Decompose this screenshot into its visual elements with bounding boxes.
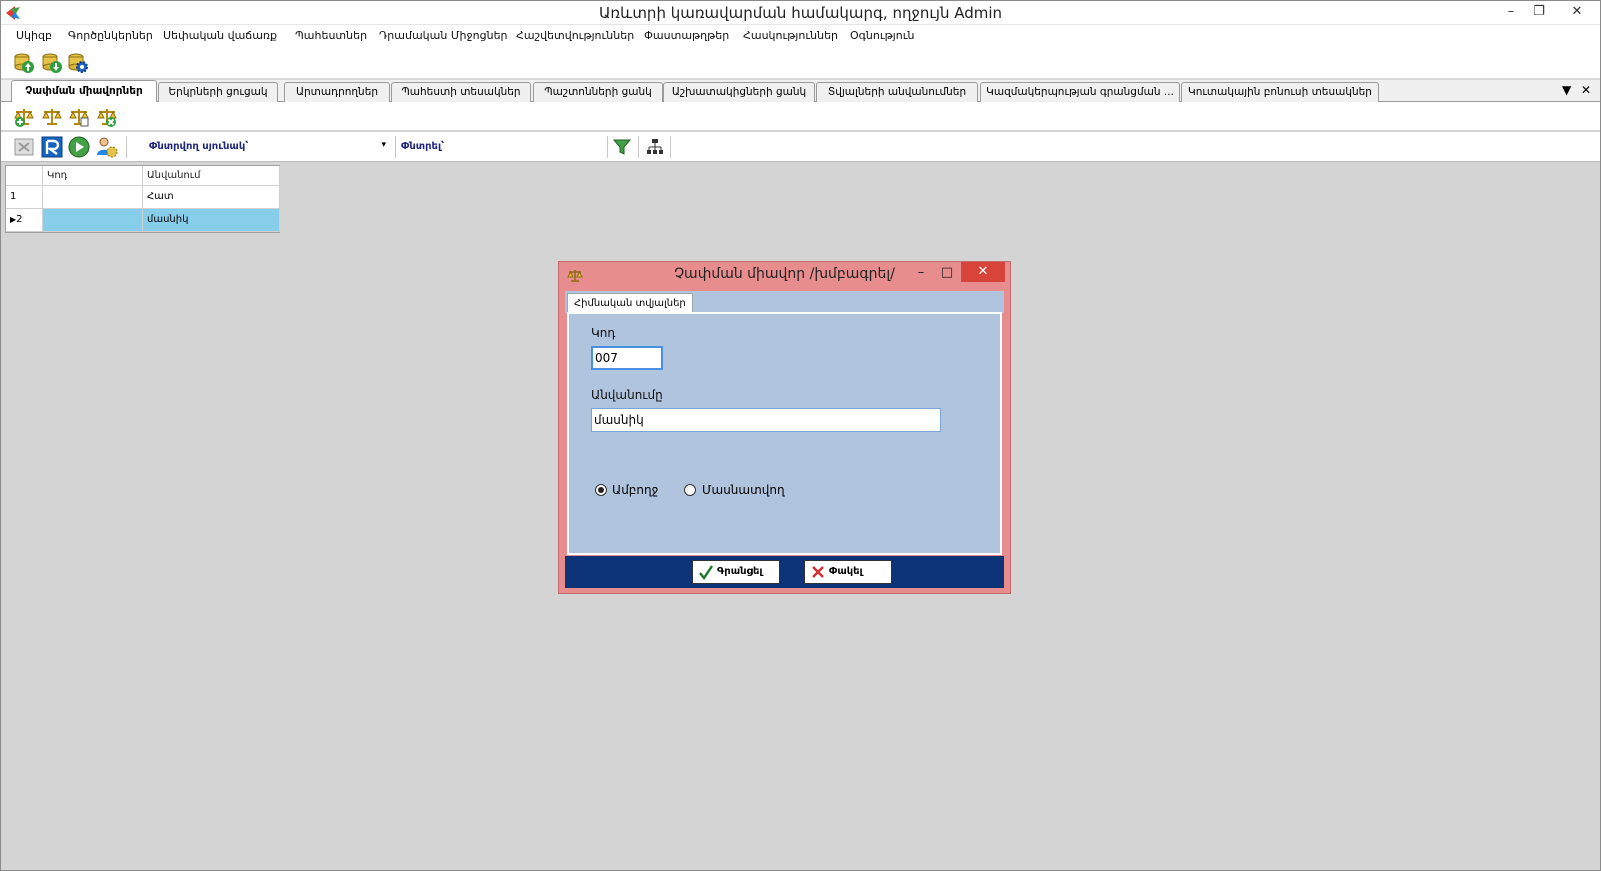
search-input[interactable] xyxy=(453,138,605,156)
main-toolbar xyxy=(1,47,1600,79)
menu-bar: Սկիզբ Գործընկերներ Սեփական վաճառք Պահեստ… xyxy=(1,25,1600,47)
tab-org-registration[interactable]: Կազմակերպության գրանցման ... xyxy=(980,82,1180,102)
tab-main-data[interactable]: Հիմնական տվյալներ xyxy=(567,293,693,314)
toolbar-separator xyxy=(607,136,608,158)
checkmark-icon xyxy=(699,565,713,580)
hierarchy-icon[interactable] xyxy=(646,138,664,156)
cell-code-selected[interactable] xyxy=(43,209,143,232)
tab-warehouse-types[interactable]: Պահեստի տեսակներ xyxy=(391,82,531,102)
search-column-dropdown[interactable]: ▾ xyxy=(263,138,391,156)
toolbar-separator xyxy=(395,136,396,158)
tab-units[interactable]: Չափման միավորներ xyxy=(11,80,157,102)
close-button-label: Փակել xyxy=(829,566,863,577)
database-download-icon[interactable] xyxy=(41,52,63,74)
menu-warehouses[interactable]: Պահեստներ xyxy=(295,29,367,42)
menu-properties[interactable]: Հասկություններ xyxy=(743,29,838,42)
dialog-close-button[interactable]: ✕ xyxy=(961,262,1005,282)
export-excel-icon[interactable] xyxy=(13,136,35,158)
chevron-down-icon: ▾ xyxy=(381,140,386,150)
close-dialog-button[interactable]: Փակել xyxy=(804,560,892,584)
users-settings-icon[interactable] xyxy=(96,136,118,158)
filter-icon[interactable] xyxy=(612,137,632,157)
menu-help[interactable]: Օգնություն xyxy=(850,29,914,42)
dialog-minimize-button[interactable]: – xyxy=(909,264,933,282)
search-label: Փնտրել՝ xyxy=(401,141,445,152)
edit-unit-dialog: Չափման միավոր /խմբագրել/ – □ ✕ Հիմնական … xyxy=(558,261,1011,594)
code-field[interactable] xyxy=(591,346,663,370)
menu-start[interactable]: Սկիզբ xyxy=(16,29,52,42)
tab-data-names[interactable]: Տվյալների անվանումներ xyxy=(816,82,978,102)
save-button[interactable]: Գրանցել xyxy=(692,560,780,584)
menu-cash[interactable]: Դրամական Միջոցներ xyxy=(379,29,508,42)
row-number[interactable]: 1 xyxy=(6,186,43,209)
dialog-tab-strip: Հիմնական տվյալներ xyxy=(565,291,1004,314)
menu-documents[interactable]: Փաստաթղթեր xyxy=(644,29,729,42)
cell-name-selected[interactable]: մասնիկ xyxy=(143,209,280,232)
radio-whole[interactable] xyxy=(595,484,607,496)
delete-unit-icon[interactable] xyxy=(96,106,118,128)
cross-icon xyxy=(812,566,824,578)
tab-countries[interactable]: Երկրների ցուցակ xyxy=(158,82,278,102)
tab-manufacturers[interactable]: Արտադրողներ xyxy=(284,82,390,102)
menu-own-sales[interactable]: Սեփական վաճառք xyxy=(163,29,277,42)
name-field[interactable] xyxy=(591,408,941,432)
title-bar: Առևտրի կառավարման համակարգ, ողջույն Admi… xyxy=(1,1,1600,25)
toolbar-separator xyxy=(638,136,639,158)
code-label: Կոդ xyxy=(591,326,616,340)
radio-partial[interactable] xyxy=(684,484,696,496)
menu-partners[interactable]: Գործընկերներ xyxy=(68,29,153,42)
refresh-icon[interactable] xyxy=(41,136,63,158)
column-header-name[interactable]: Անվանում xyxy=(143,166,280,186)
name-label: Անվանումը xyxy=(591,388,663,402)
toolbar-separator xyxy=(670,136,671,158)
save-button-label: Գրանցել xyxy=(717,566,763,577)
cell-code[interactable] xyxy=(43,186,143,209)
restore-button[interactable]: ❐ xyxy=(1524,1,1554,23)
toolbar-separator xyxy=(126,136,127,158)
tab-strip: Չափման միավորներ Երկրների ցուցակ Արտադրո… xyxy=(1,80,1600,102)
radio-partial-label[interactable]: Մասնատվող xyxy=(702,483,785,497)
dialog-maximize-button[interactable]: □ xyxy=(935,264,959,282)
main-window: Առևտրի կառավարման համակարգ, ողջույն Admi… xyxy=(0,0,1601,871)
add-unit-icon[interactable] xyxy=(13,106,35,128)
tab-bonus-types[interactable]: Կուտակային բոնուսի տեսակներ xyxy=(1181,82,1379,102)
tab-positions[interactable]: Պաշտոնների ցանկ xyxy=(533,82,663,102)
units-grid: Կոդ Անվանում 1 Հատ ▶2 մասնիկ xyxy=(5,165,280,233)
column-header-code[interactable]: Կոդ xyxy=(43,166,143,186)
edit-unit-icon[interactable] xyxy=(41,106,63,128)
play-icon[interactable] xyxy=(68,136,90,158)
search-column-label: Փնտրվող սյունակ՝ xyxy=(149,141,249,152)
window-title: Առևտրի կառավարման համակարգ, ողջույն Admi… xyxy=(598,4,1003,22)
record-toolbar xyxy=(1,102,1600,130)
copy-unit-icon[interactable] xyxy=(68,106,90,128)
menu-reports[interactable]: Հաշվետվություններ xyxy=(516,29,634,42)
dialog-footer: Գրանցել Փակել xyxy=(565,556,1004,588)
row-header-corner xyxy=(6,166,43,186)
radio-whole-label[interactable]: Ամբողջ xyxy=(612,483,658,497)
dialog-body: Կոդ Անվանումը Ամբողջ Մասնատվող xyxy=(567,312,1002,555)
minimize-button[interactable]: – xyxy=(1496,1,1526,23)
row-number-selected[interactable]: ▶2 xyxy=(6,209,43,232)
close-button[interactable]: ✕ xyxy=(1554,1,1600,23)
tab-close-icon[interactable]: ✕ xyxy=(1581,83,1591,97)
tab-employees[interactable]: Աշխատակիցների ցանկ xyxy=(663,82,815,102)
database-upload-icon[interactable] xyxy=(13,52,35,74)
database-settings-icon[interactable] xyxy=(67,52,89,74)
filter-toolbar: Փնտրվող սյունակ՝ ▾ Փնտրել՝ xyxy=(1,132,1600,162)
cell-name[interactable]: Հատ xyxy=(143,186,280,209)
tab-list-icon[interactable]: ▼ xyxy=(1562,83,1571,97)
